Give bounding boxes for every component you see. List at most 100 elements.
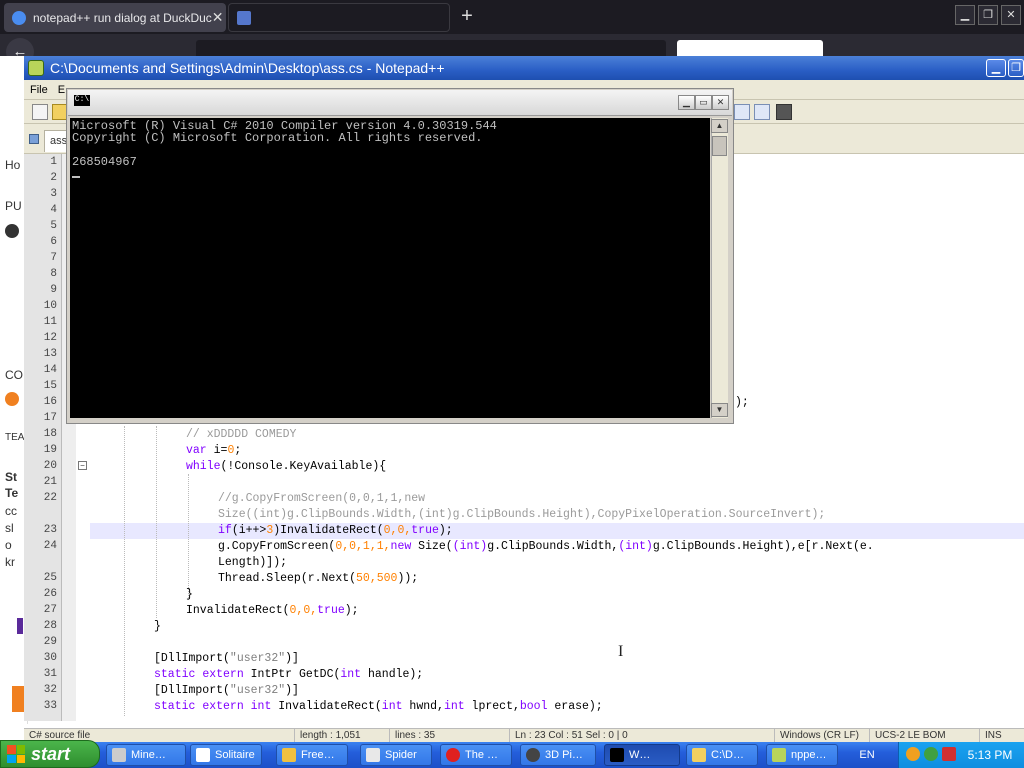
console-cursor [72,176,80,178]
code-line-26: } [186,588,193,601]
code-line-24a: g.CopyFromScreen(0,0,1,1,new Size((int)g… [218,540,874,553]
browser-tab-duckduckgo[interactable]: notepad++ run dialog at DuckDuc ✕ [4,3,226,32]
line-number: 24 [43,540,57,552]
line-number: 32 [43,684,57,696]
status-eol: Windows (CR LF) [774,729,869,743]
taskbar-solitaire[interactable]: Solitaire [190,744,262,766]
language-indicator[interactable]: EN [850,744,884,766]
console-line-2: Copyright (C) Microsoft Corporation. All… [72,131,483,145]
line-number: 16 [43,396,57,408]
scrollbar-thumb[interactable] [712,136,727,156]
freecell-icon [282,748,296,762]
shield-icon[interactable] [942,747,956,761]
close-icon[interactable]: ✕ [712,95,729,110]
folder-icon [692,748,706,762]
duckduckgo-icon [12,10,26,25]
line-number: 18 [43,428,57,440]
line-number: 28 [43,620,57,632]
taskbar-freecell[interactable]: Free… [276,744,348,766]
browser-tab-2[interactable] [228,3,450,32]
scroll-up-icon[interactable]: ▲ [711,119,728,133]
page-snippet: sl [5,521,14,535]
status-lines: lines : 35 [389,729,509,743]
minimize-icon[interactable]: ▁ [955,5,975,25]
line-number: 31 [43,668,57,680]
notepadpp-icon [28,60,44,76]
macro-play-icon[interactable] [734,104,750,120]
code-line-28: } [154,620,161,633]
status-encoding: UCS-2 LE BOM [869,729,979,743]
line-number: 14 [43,364,57,376]
scroll-down-icon[interactable]: ▼ [711,403,728,417]
line-number: 1 [50,156,57,168]
line-number: 27 [43,604,57,616]
notepadpp-icon [772,748,786,762]
windows-flag-icon [7,745,25,763]
code-line-19: var i=0; [186,444,242,457]
minimize-icon[interactable]: ▁ [986,59,1006,77]
menu-file[interactable]: File [30,84,48,96]
status-insert-mode: INS [979,729,1024,743]
maximize-icon[interactable]: ❐ [978,5,998,25]
spider-icon [366,748,380,762]
fold-minus-icon[interactable]: − [78,461,87,470]
taskbar-notepadpp[interactable]: nppe… [766,744,838,766]
save-macro-icon[interactable] [776,104,792,120]
page-snippet: cc [5,504,17,518]
page-icon [237,10,251,25]
minesweeper-icon [112,748,126,762]
taskbar-hearts[interactable]: The … [440,744,512,766]
heart-icon [446,748,460,762]
console-icon: C:\ [74,95,90,106]
restore-icon[interactable]: ❐ [1008,59,1024,77]
maximize-icon[interactable]: ▭ [695,95,712,110]
new-file-icon[interactable] [32,104,48,120]
minimize-icon[interactable]: ▁ [678,95,695,110]
line-number: 23 [43,524,57,536]
page-snippet: o [5,538,12,552]
menu-edit[interactable]: E [58,84,65,96]
line-number: 21 [43,476,57,488]
indent-guide [124,426,125,716]
page-snippet: PU [5,199,22,213]
macro-run-multiple-icon[interactable] [754,104,770,120]
taskbar-minesweeper[interactable]: Mine… [106,744,186,766]
line-number: 19 [43,444,57,456]
globe-icon [5,224,19,238]
console-titlebar[interactable] [68,90,732,116]
code-line-32: [DllImport("user32")] [154,684,299,697]
page-snippet: TEA [5,432,25,443]
cards-icon [196,748,210,762]
plus-icon[interactable]: + [456,6,478,28]
line-number: 20 [43,460,57,472]
taskbar-console[interactable]: W… [604,744,680,766]
console-scrollbar[interactable] [711,118,728,418]
taskbar-spider[interactable]: Spider [360,744,432,766]
indent-guide [156,426,157,618]
page-snippet: St [5,470,17,484]
code-line-33: static extern int InvalidateRect(int hwn… [154,700,603,713]
line-number: 33 [43,700,57,712]
code-line-18: // xDDDDD COMEDY [186,428,297,441]
line-number: 4 [50,204,57,216]
taskbar-3d-pinball[interactable]: 3D Pi… [520,744,596,766]
line-number: 13 [43,348,57,360]
start-button[interactable]: start [0,740,100,768]
close-icon[interactable]: ✕ [212,9,224,26]
badge-icon [5,392,19,406]
search-icon[interactable] [906,747,920,761]
taskbar-explorer[interactable]: C:\D… [686,744,758,766]
network-icon[interactable] [924,747,938,761]
code-line-16: ); [735,396,749,409]
text-cursor-icon: I [618,643,624,660]
console-output[interactable] [70,118,710,418]
code-line-22b: Size((int)g.ClipBounds.Width,(int)g.Clip… [218,508,826,521]
line-number: 5 [50,220,57,232]
status-position: Ln : 23 Col : 51 Sel : 0 | 0 [509,729,774,743]
close-icon[interactable]: ✕ [1001,5,1021,25]
indent-guide [188,474,189,600]
tab-list-icon[interactable] [29,134,39,144]
npp-titlebar[interactable]: C:\Documents and Settings\Admin\Desktop\… [24,56,1024,80]
clock[interactable]: 5:13 PM [960,742,1020,768]
code-line-25: Thread.Sleep(r.Next(50,500)); [218,572,419,585]
